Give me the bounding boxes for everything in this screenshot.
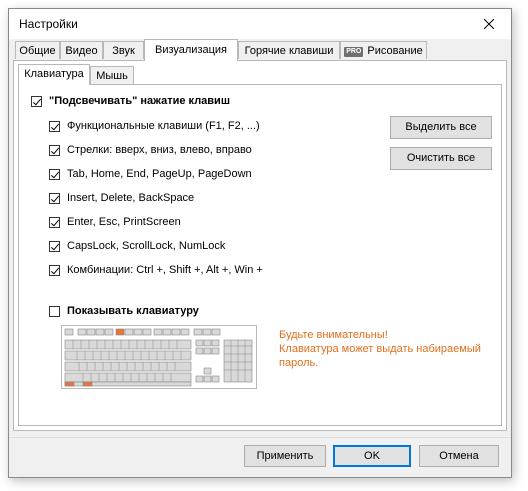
checkbox-box	[31, 95, 42, 107]
show-keyboard-checkbox[interactable]: Показывать клавиатуру	[49, 305, 199, 317]
close-icon	[484, 19, 494, 29]
checkbox-box	[49, 216, 60, 228]
pro-badge: PRO	[344, 47, 364, 57]
select-all-button[interactable]: Выделить все	[390, 116, 492, 139]
tab-sound[interactable]: Звук	[103, 41, 144, 59]
keyboard-panel: "Подсвечивать" нажатие клавиш Функционал…	[18, 84, 502, 426]
option-locks[interactable]: CapsLock, ScrollLock, NumLock	[49, 240, 225, 252]
window-title: Настройки	[19, 17, 78, 31]
tab-visualization[interactable]: Визуализация	[144, 39, 238, 61]
subtab-keyboard[interactable]: Клавиатура	[18, 64, 90, 85]
checkbox-box	[49, 192, 60, 204]
option-arrows[interactable]: Стрелки: вверх, вниз, влево, вправо	[49, 144, 252, 156]
title-bar: Настройки	[9, 9, 511, 39]
keyboard-preview	[61, 325, 257, 389]
keyboard-warning: Будьте внимательны! Клавиатура может выд…	[279, 329, 481, 369]
apply-button[interactable]: Применить	[244, 445, 326, 467]
option-combinations[interactable]: Комбинации: Ctrl +, Shift +, Alt +, Win …	[49, 264, 263, 276]
option-function-keys[interactable]: Функциональные клавиши (F1, F2, ...)	[49, 120, 260, 132]
tab-drawing[interactable]: PRO Рисование	[340, 41, 427, 59]
option-navigation[interactable]: Tab, Home, End, PageUp, PageDown	[49, 168, 252, 180]
tab-video[interactable]: Видео	[60, 41, 103, 59]
option-editing[interactable]: Insert, Delete, BackSpace	[49, 192, 194, 204]
cancel-button[interactable]: Отмена	[419, 445, 499, 467]
checkbox-box	[49, 120, 60, 132]
checkbox-box	[49, 168, 60, 180]
checkbox-box	[49, 240, 60, 252]
checkbox-box	[49, 144, 60, 156]
checkbox-box	[49, 305, 60, 317]
main-key-block	[64, 339, 192, 387]
close-button[interactable]	[467, 9, 511, 39]
visualization-panel: Клавиатура Мышь "Подсвечивать" нажатие к…	[13, 60, 507, 431]
clear-all-button[interactable]: Очистить все	[390, 147, 492, 170]
footer-divider	[9, 437, 511, 438]
settings-dialog: Настройки Общие Видео Звук Визуализация …	[8, 8, 512, 478]
tab-general[interactable]: Общие	[15, 41, 60, 59]
subtab-mouse[interactable]: Мышь	[90, 66, 134, 84]
highlight-keys-checkbox[interactable]: "Подсвечивать" нажатие клавиш	[31, 95, 230, 107]
tab-hotkeys[interactable]: Горячие клавиши	[238, 41, 340, 59]
ok-button[interactable]: OK	[333, 445, 411, 467]
option-enter-esc[interactable]: Enter, Esc, PrintScreen	[49, 216, 181, 228]
checkbox-box	[49, 264, 60, 276]
